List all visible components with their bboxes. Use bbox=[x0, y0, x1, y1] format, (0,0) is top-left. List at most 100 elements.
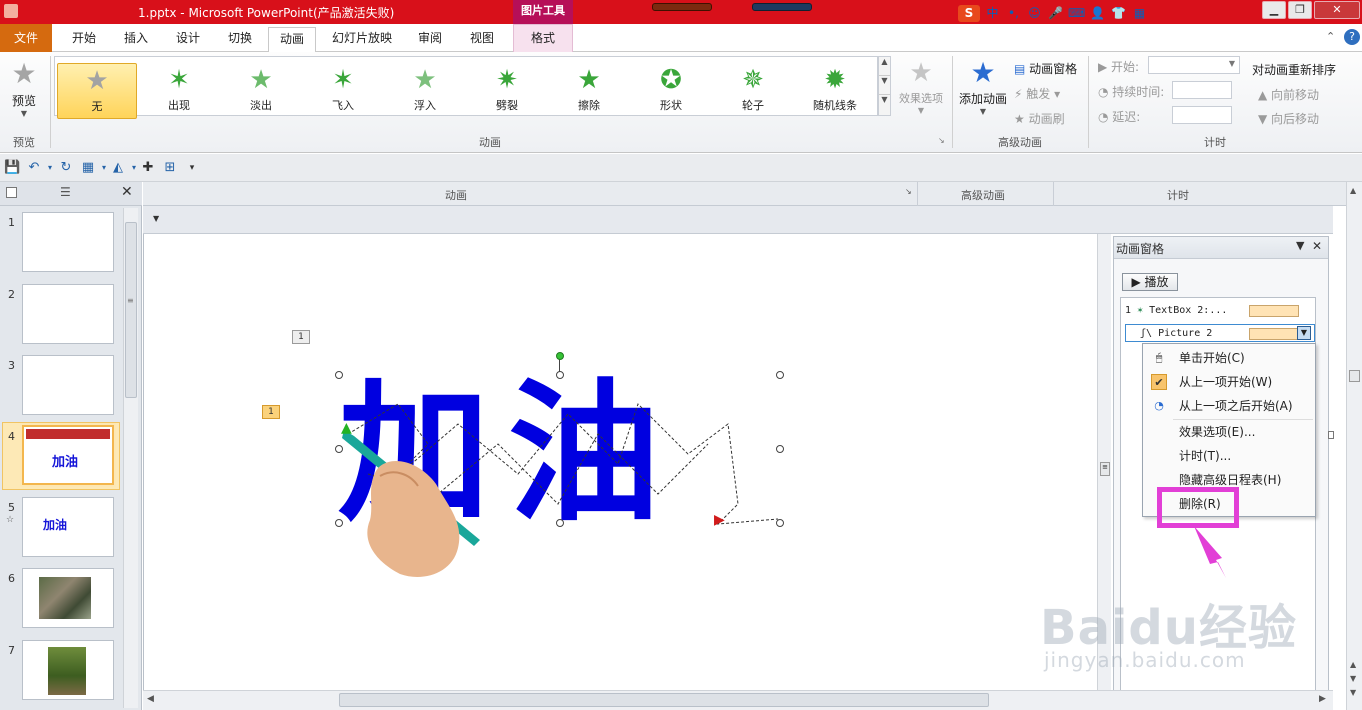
sogou-logo-icon[interactable]: S bbox=[958, 4, 980, 22]
slides-tab-icon[interactable] bbox=[6, 187, 17, 198]
tab-insert[interactable]: 插入 bbox=[114, 27, 158, 51]
layout-icon[interactable]: ▦ bbox=[80, 160, 96, 176]
anim-random-bars[interactable]: ✹ 随机线条 bbox=[795, 63, 875, 119]
tab-file[interactable]: 文件 bbox=[0, 24, 52, 52]
add-animation-button[interactable]: ★ 添加动画 ▼ bbox=[956, 56, 1010, 116]
horizontal-scrollbar[interactable]: ◀ ▶ bbox=[143, 690, 1333, 710]
undo-icon[interactable]: ↶ bbox=[26, 160, 42, 176]
slide-thumbnail-7[interactable] bbox=[22, 640, 114, 700]
dialog-launcher-icon[interactable]: ↘ bbox=[938, 136, 945, 145]
help-icon[interactable]: ? bbox=[1344, 29, 1360, 45]
slide-thumbnail-3[interactable] bbox=[22, 355, 114, 415]
scroll-right-icon[interactable]: ▶ bbox=[1319, 694, 1326, 704]
ime-punctuation[interactable]: •, bbox=[1005, 5, 1022, 22]
menu-item-timing[interactable]: 计时(T)... bbox=[1143, 444, 1315, 468]
close-button[interactable]: ✕ bbox=[1314, 1, 1360, 19]
undo-dropdown-icon[interactable]: ▾ bbox=[42, 160, 58, 176]
qat-mini-icon[interactable] bbox=[4, 4, 18, 18]
slide-thumbnail-6[interactable] bbox=[22, 568, 114, 628]
menu-item-effect-options[interactable]: 效果选项(E)... bbox=[1143, 420, 1315, 444]
shirt-icon[interactable]: 👕 bbox=[1110, 5, 1127, 22]
redo-icon[interactable]: ↻ bbox=[58, 160, 74, 176]
selection-handle[interactable] bbox=[776, 519, 784, 527]
slide-thumbnail-5[interactable]: 加油 bbox=[22, 497, 114, 557]
close-icon[interactable]: ✕ bbox=[1312, 239, 1322, 253]
crop-icon[interactable]: ✚ bbox=[140, 160, 156, 176]
scroll-thumb[interactable] bbox=[339, 693, 989, 707]
scroll-left-icon[interactable]: ◀ bbox=[147, 694, 154, 704]
start-select[interactable]: ▼ bbox=[1148, 56, 1240, 74]
tab-slideshow[interactable]: 幻灯片放映 bbox=[326, 27, 398, 51]
ime-chinese-mode[interactable]: 中 bbox=[984, 5, 1001, 22]
tab-transitions[interactable]: 切换 bbox=[218, 27, 262, 51]
move-later-button[interactable]: ▼ 向后移动 bbox=[1258, 110, 1319, 127]
move-earlier-button[interactable]: ▲ 向前移动 bbox=[1258, 86, 1319, 103]
anim-shape[interactable]: ✪ 形状 bbox=[631, 63, 711, 119]
rotation-handle[interactable] bbox=[556, 352, 564, 360]
grid-icon[interactable]: ▦ bbox=[1131, 5, 1148, 22]
slide-thumbnail-1[interactable] bbox=[22, 212, 114, 272]
right-scrollbar[interactable]: ▲ ▲ ▼ ▼ bbox=[1346, 182, 1362, 710]
tab-view[interactable]: 视图 bbox=[460, 27, 504, 51]
selection-handle[interactable] bbox=[776, 445, 784, 453]
gallery-scroll[interactable]: ▲ ▼ ▼ bbox=[878, 56, 891, 116]
anim-split[interactable]: ✷ 劈裂 bbox=[467, 63, 547, 119]
restore-button[interactable]: ❐ bbox=[1288, 1, 1312, 19]
align-icon[interactable]: ⊞ bbox=[162, 160, 178, 176]
animation-order-badge[interactable]: 1 bbox=[292, 330, 310, 344]
shape-icon[interactable]: ◭ bbox=[110, 160, 126, 176]
pane-menu-icon[interactable]: ▼ bbox=[1296, 239, 1304, 252]
thumbnail-scrollbar[interactable]: ≡ bbox=[123, 208, 138, 708]
person-icon[interactable]: 👤 bbox=[1089, 5, 1106, 22]
anim-fade[interactable]: ★ 淡出 bbox=[221, 63, 301, 119]
keyboard-icon[interactable]: ⌨ bbox=[1068, 5, 1085, 22]
outline-tab-icon[interactable]: ☰ bbox=[60, 185, 71, 199]
close-pane-icon[interactable]: ✕ bbox=[121, 184, 133, 200]
anim-none[interactable]: ★ 无 bbox=[57, 63, 137, 119]
menu-item-start-after-previous[interactable]: ◔ 从上一项之后开始(A) bbox=[1143, 394, 1315, 418]
group-separator bbox=[50, 56, 51, 148]
trigger-button[interactable]: ⚡ 触发 ▾ bbox=[1014, 85, 1060, 102]
chevron-down-icon[interactable]: ▼ bbox=[153, 214, 159, 223]
anim-fly-in[interactable]: ✶ 飞入 bbox=[303, 63, 383, 119]
selection-handle[interactable] bbox=[776, 371, 784, 379]
selection-handle[interactable] bbox=[335, 519, 343, 527]
preview-button[interactable]: ★ 预览 ▼ bbox=[4, 56, 44, 126]
tab-animations[interactable]: 动画 bbox=[268, 27, 316, 53]
minimize-button[interactable]: ▁ bbox=[1262, 1, 1286, 19]
animation-painter-button[interactable]: ★ 动画刷 bbox=[1014, 110, 1065, 127]
selection-handle[interactable] bbox=[335, 445, 343, 453]
tab-design[interactable]: 设计 bbox=[166, 27, 210, 51]
tab-review[interactable]: 审阅 bbox=[408, 27, 452, 51]
selection-handle[interactable] bbox=[556, 371, 564, 379]
item-dropdown-button[interactable]: ▼ bbox=[1297, 326, 1311, 340]
star-icon: ★ bbox=[413, 65, 437, 95]
delay-input[interactable] bbox=[1172, 106, 1232, 124]
emoji-icon[interactable]: ☺ bbox=[1026, 5, 1043, 22]
anim-wipe[interactable]: ★ 擦除 bbox=[549, 63, 629, 119]
save-icon[interactable]: 💾 bbox=[4, 160, 20, 176]
tab-format[interactable]: 格式 bbox=[513, 24, 573, 52]
hand-pencil-image[interactable] bbox=[340, 424, 490, 584]
animation-pane-button[interactable]: ▤ 动画窗格 bbox=[1014, 60, 1077, 77]
customize-qat-icon[interactable]: ▾ bbox=[184, 160, 200, 176]
selection-handle[interactable] bbox=[556, 519, 564, 527]
anim-float-in[interactable]: ★ 浮入 bbox=[385, 63, 465, 119]
thumbnail-text: 加油 bbox=[52, 455, 79, 470]
animation-order-badge-selected[interactable]: 1 bbox=[262, 405, 280, 419]
slide-thumbnail-2[interactable] bbox=[22, 284, 114, 344]
anim-appear[interactable]: ✶ 出现 bbox=[139, 63, 219, 119]
slide-thumbnail-4[interactable]: 加油 bbox=[22, 425, 114, 485]
selection-handle[interactable] bbox=[335, 371, 343, 379]
play-button[interactable]: ▶ 播放 bbox=[1122, 273, 1178, 291]
menu-item-start-with-previous[interactable]: ✔ 从上一项开始(W) bbox=[1143, 370, 1315, 394]
pane-resize-handle[interactable] bbox=[1328, 431, 1334, 439]
menu-item-start-on-click[interactable]: 🖱 单击开始(C) bbox=[1143, 346, 1315, 370]
slide-editor[interactable]: 1 1 加油 ▲ ▶ bbox=[143, 234, 1097, 690]
anim-wheel[interactable]: ✵ 轮子 bbox=[713, 63, 793, 119]
microphone-icon[interactable]: 🎤 bbox=[1047, 5, 1064, 22]
tab-home[interactable]: 开始 bbox=[62, 27, 106, 51]
duration-input[interactable] bbox=[1172, 81, 1232, 99]
help-chevron-icon[interactable]: ⌃ bbox=[1326, 30, 1335, 43]
effect-options-button[interactable]: ★ 效果选项 ▼ bbox=[894, 56, 948, 115]
